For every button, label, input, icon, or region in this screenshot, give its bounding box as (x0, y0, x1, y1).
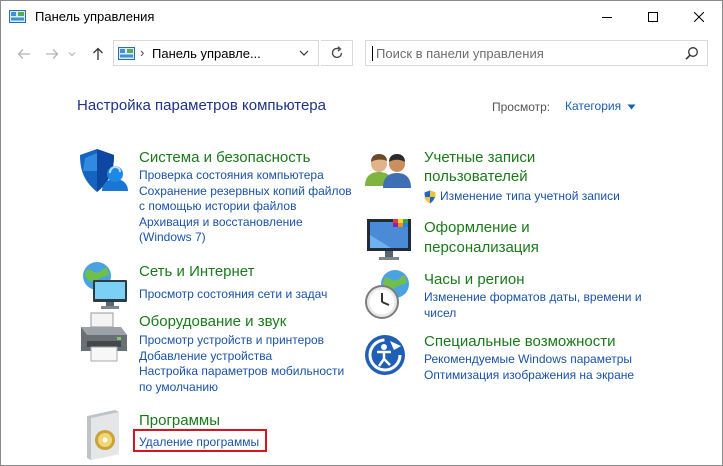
forward-button[interactable] (41, 43, 63, 65)
category-title-appearance-line1[interactable]: Оформление и (424, 217, 530, 238)
ease-of-access-icon[interactable] (363, 330, 417, 384)
minimize-button[interactable] (584, 1, 630, 33)
up-button[interactable] (87, 43, 109, 65)
page-title: Настройка параметров компьютера (77, 97, 326, 114)
window-title: Панель управления (35, 9, 155, 24)
arrow-left-icon (17, 49, 30, 59)
link-change-date-time-formats-continued[interactable]: чисел (424, 306, 642, 322)
clock-globe-icon[interactable] (363, 268, 417, 322)
recent-locations-button[interactable] (61, 43, 83, 65)
search-placeholder: Поиск в панели управления (376, 46, 544, 61)
breadcrumb-separator: › (140, 45, 145, 60)
link-add-device[interactable]: Добавление устройства (139, 349, 344, 365)
arrow-up-icon (93, 47, 103, 60)
arrow-right-icon (46, 49, 59, 59)
highlight-frame (133, 429, 267, 452)
printer-icon[interactable] (77, 311, 131, 365)
link-change-account-type[interactable]: Изменение типа учетной записи (440, 189, 620, 205)
control-panel-window: Панель управления › Панель управле... По… (0, 0, 723, 466)
minimize-icon (602, 17, 612, 18)
shield-icon[interactable] (77, 146, 131, 200)
category-title-hardware-sound[interactable]: Оборудование и звук (139, 311, 286, 332)
link-network-status[interactable]: Просмотр состояния сети и задач (139, 287, 327, 303)
view-by-dropdown[interactable]: Категория (565, 99, 636, 113)
category-title-clock-region[interactable]: Часы и регион (424, 269, 525, 290)
link-backup-restore-continued[interactable]: (Windows 7) (139, 230, 352, 246)
close-button[interactable] (676, 1, 722, 33)
search-icon[interactable] (685, 46, 699, 60)
network-globe-icon[interactable] (77, 260, 131, 314)
category-title-user-accounts-line1[interactable]: Учетные записи (424, 147, 535, 168)
monitor-palette-icon[interactable] (363, 215, 417, 269)
view-by-label: Просмотр: (492, 100, 551, 114)
back-button[interactable] (13, 43, 35, 65)
address-bar[interactable]: › Панель управле... (113, 40, 319, 66)
programs-disc-icon[interactable] (77, 408, 131, 462)
chevron-down-icon (68, 52, 76, 57)
address-dropdown-button[interactable] (294, 44, 314, 62)
maximize-icon (648, 12, 658, 22)
category-title-programs[interactable]: Программы (139, 410, 220, 431)
control-panel-icon (9, 10, 26, 23)
close-icon (694, 12, 704, 22)
link-change-date-time-formats[interactable]: Изменение форматов даты, времени и (424, 290, 642, 306)
title-bar[interactable]: Панель управления (1, 1, 722, 33)
link-recommended-settings[interactable]: Рекомендуемые Windows параметры (424, 352, 634, 368)
link-backup-files[interactable]: Сохранение резервных копий файлов (139, 184, 352, 200)
category-title-user-accounts-line2[interactable]: пользователей (424, 166, 528, 187)
category-title-network-internet[interactable]: Сеть и Интернет (139, 261, 255, 282)
refresh-icon (331, 46, 342, 59)
dropdown-triangle-icon (627, 104, 636, 110)
link-devices-printers[interactable]: Просмотр устройств и принтеров (139, 333, 344, 349)
link-mobility-settings[interactable]: Настройка параметров мобильности (139, 364, 344, 380)
link-check-computer-status[interactable]: Проверка состояния компьютера (139, 168, 352, 184)
users-icon[interactable] (363, 146, 417, 200)
refresh-button[interactable] (321, 40, 353, 66)
category-title-appearance-line2[interactable]: персонализация (424, 237, 539, 258)
uac-shield-icon (424, 190, 436, 204)
chevron-down-icon (299, 50, 309, 56)
breadcrumb-location[interactable]: Панель управле... (152, 46, 261, 61)
search-box[interactable]: Поиск в панели управления (365, 40, 708, 66)
control-panel-icon (118, 47, 135, 60)
category-title-ease-of-access[interactable]: Специальные возможности (424, 331, 616, 352)
link-optimize-display[interactable]: Оптимизация изображения на экране (424, 368, 634, 384)
view-by-value: Категория (565, 99, 622, 113)
category-title-system-security[interactable]: Система и безопасность (139, 147, 310, 168)
link-backup-files-continued[interactable]: с помощью истории файлов (139, 199, 352, 215)
text-cursor (372, 46, 373, 61)
link-backup-restore[interactable]: Архивация и восстановление (139, 215, 352, 231)
maximize-button[interactable] (630, 1, 676, 33)
link-mobility-settings-continued[interactable]: по умолчанию (139, 380, 344, 396)
